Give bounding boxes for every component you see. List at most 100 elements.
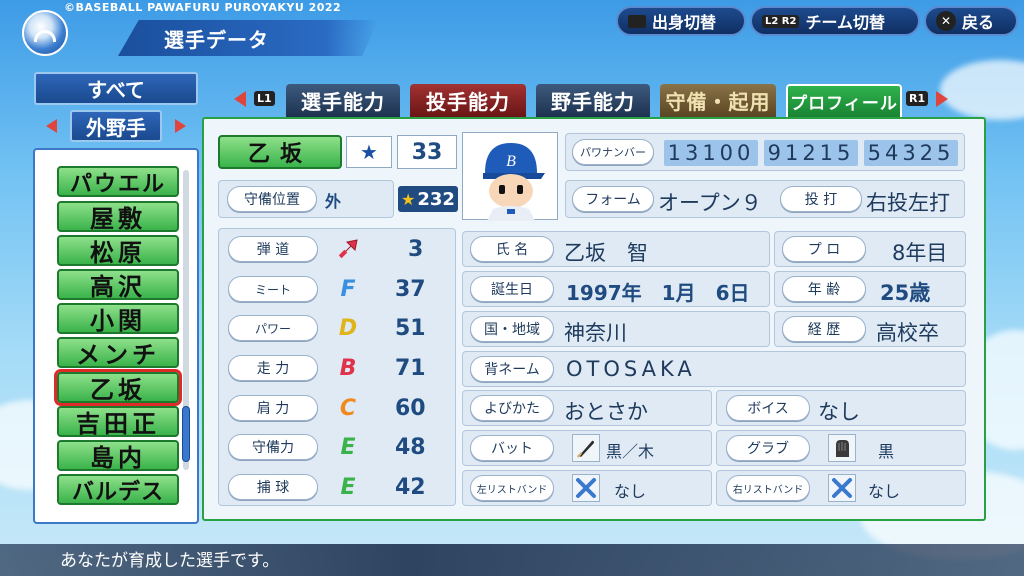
- reading-label: よびかた: [470, 395, 554, 421]
- pro-label: プ ロ: [782, 236, 866, 262]
- none-x-icon: [572, 474, 600, 502]
- pawanumber-1: 13100: [664, 140, 758, 166]
- backname-value: OTOSAKA: [566, 357, 696, 381]
- footer-message: あなたが育成した選手です。: [60, 551, 280, 571]
- list-item[interactable]: パウエル: [57, 166, 179, 197]
- right-wristband-value: なし: [868, 482, 901, 501]
- ability-grade: F: [340, 276, 356, 302]
- birthday-value: 1997年 1月 6日: [566, 281, 750, 305]
- throw-bat-value: 右投左打: [866, 191, 950, 215]
- ability-value: 60: [395, 396, 426, 421]
- position-filter-value: 外野手: [70, 110, 162, 142]
- ability-value: 71: [395, 356, 426, 381]
- none-x-icon: [828, 474, 856, 502]
- pawanumber-2: 91215: [764, 140, 858, 166]
- arrow-right-icon[interactable]: [175, 119, 186, 133]
- list-item[interactable]: 松原: [57, 235, 179, 267]
- position-value: 外: [325, 192, 342, 211]
- ability-label: 肩 力: [228, 395, 318, 421]
- throw-bat-label: 投 打: [780, 186, 862, 212]
- form-value: オープン９: [658, 191, 762, 215]
- tab-player-ability[interactable]: 選手能力: [286, 84, 400, 117]
- ability-value: 51: [395, 316, 426, 341]
- cross-button-icon: ✕: [936, 11, 956, 31]
- ability-grade: C: [339, 395, 357, 421]
- ability-value: 3: [408, 237, 424, 262]
- backname-label: 背ネーム: [470, 356, 554, 382]
- player-avatar: B: [462, 132, 558, 221]
- age-value: 25歳: [880, 281, 931, 305]
- player-name: 乙坂: [218, 135, 342, 169]
- star-icon: ★: [401, 189, 416, 209]
- list-item-selected[interactable]: 乙坂: [57, 372, 179, 404]
- l1-key-icon: L1: [254, 91, 275, 106]
- region-value: 神奈川: [564, 321, 627, 345]
- career-label: 経 歴: [782, 316, 866, 342]
- page-title: 選手データ: [118, 20, 378, 56]
- career-value: 高校卒: [876, 321, 939, 345]
- fullname-label: 氏 名: [470, 236, 554, 262]
- scroll-thumb[interactable]: [182, 406, 190, 462]
- list-item[interactable]: 吉田正: [57, 406, 179, 438]
- position-box: 守備位置 外: [218, 180, 394, 218]
- back-button[interactable]: ✕ 戻る: [924, 6, 1018, 36]
- voice-label: ボイス: [726, 395, 810, 421]
- square-button-icon: [628, 14, 646, 28]
- svg-text:B: B: [506, 153, 516, 170]
- region-label: 国・地域: [470, 316, 554, 342]
- form-label: フォーム: [572, 186, 654, 212]
- fullname-value: 乙坂 智: [564, 241, 648, 265]
- glove-label: グラブ: [726, 435, 810, 461]
- tab-pitcher-ability[interactable]: 投手能力: [410, 84, 526, 117]
- ability-label: ミート: [228, 276, 318, 302]
- tab-prev-arrow-icon[interactable]: [234, 91, 246, 107]
- filter-all-button[interactable]: すべて: [34, 72, 198, 105]
- pawanumber-3: 54325: [864, 140, 958, 166]
- r1-key-icon: R1: [906, 91, 929, 106]
- list-item[interactable]: 屋敷: [57, 201, 179, 233]
- cloud: [940, 60, 1024, 120]
- list-item[interactable]: 島内: [57, 440, 179, 472]
- glove-value: 黒: [878, 442, 895, 461]
- tab-defense-usage[interactable]: 守備・起用: [660, 84, 776, 117]
- glove-icon: [828, 434, 856, 462]
- voice-value: なし: [818, 400, 860, 424]
- copyright-tag: ©BASEBALL PAWAFURU PUROYAKYU 2022: [64, 1, 342, 14]
- ability-value: 42: [395, 475, 426, 500]
- arrow-left-icon[interactable]: [46, 119, 57, 133]
- ability-grade: E: [340, 474, 356, 500]
- birthday-label: 誕生日: [470, 276, 554, 302]
- list-item[interactable]: 高沢: [57, 269, 179, 301]
- game-logo-icon: [22, 10, 68, 56]
- ability-value: 37: [395, 277, 426, 302]
- star-rating: ★ 232: [398, 186, 458, 212]
- left-wristband-value: なし: [614, 482, 647, 501]
- ability-label: 走 力: [228, 355, 318, 381]
- position-filter[interactable]: 外野手: [40, 110, 192, 142]
- uniform-number: 33: [397, 135, 457, 169]
- ability-grade: D: [338, 315, 358, 341]
- ability-grade: B: [339, 355, 357, 381]
- list-item[interactable]: メンチ: [57, 337, 179, 369]
- list-item[interactable]: バルデス: [57, 474, 179, 505]
- pawanumber-label: パワナンバー: [572, 139, 654, 165]
- right-wristband-label: 右リストバンド: [726, 475, 810, 501]
- scrollbar[interactable]: [182, 170, 190, 470]
- player-list: パウエル 屋敷 松原 高沢 小関 メンチ 乙坂 吉田正 島内 バルデス: [33, 148, 199, 524]
- form-box: フォーム オープン９ 投 打 右投左打: [565, 180, 965, 218]
- ability-label: 弾 道: [228, 236, 318, 262]
- ability-label: パワー: [228, 315, 318, 341]
- bat-icon: [572, 434, 600, 462]
- left-wristband-label: 左リストバンド: [470, 475, 554, 501]
- bat-label: バット: [470, 435, 554, 461]
- tab-next-arrow-icon[interactable]: [936, 91, 948, 107]
- age-label: 年 齢: [782, 276, 866, 302]
- tab-fielder-ability[interactable]: 野手能力: [536, 84, 650, 117]
- tab-profile[interactable]: プロフィール: [786, 84, 902, 117]
- team-switch-button[interactable]: L2 R2 チーム切替: [750, 6, 920, 36]
- ability-value: 48: [395, 435, 426, 460]
- origin-toggle-button[interactable]: 出身切替: [616, 6, 746, 36]
- reading-value: おとさか: [564, 400, 648, 424]
- pro-value: 8年目: [892, 241, 948, 265]
- list-item[interactable]: 小関: [57, 303, 179, 335]
